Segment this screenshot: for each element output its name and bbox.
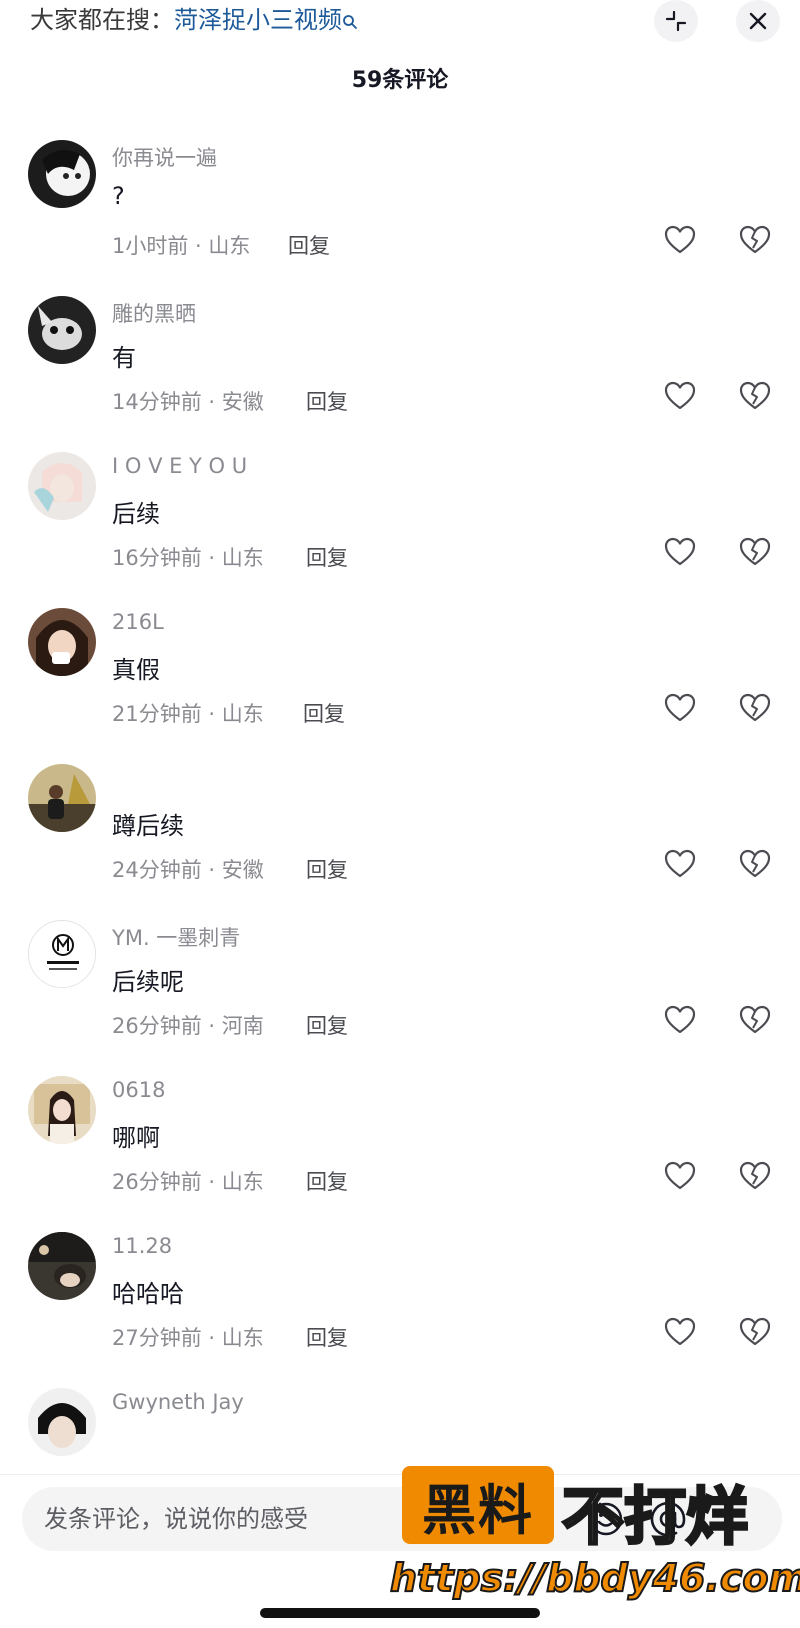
- comment-time-location: 27分钟前 · 山东: [112, 1326, 264, 1350]
- like-button[interactable]: [663, 1316, 697, 1348]
- dislike-button[interactable]: [738, 380, 772, 412]
- comment-time-location: 26分钟前 · 河南: [112, 1014, 264, 1038]
- dislike-button[interactable]: [738, 536, 772, 568]
- avatar[interactable]: [28, 920, 96, 988]
- heart-icon: [664, 1317, 696, 1346]
- reply-button[interactable]: 回复: [306, 542, 348, 572]
- comment-text: 后续呢: [112, 968, 184, 996]
- reply-button[interactable]: 回复: [306, 1166, 348, 1196]
- watermark-logo: 黑料: [402, 1466, 554, 1544]
- comment-username[interactable]: 0618: [112, 1078, 165, 1102]
- comment-item: 雕的黑晒 有 14分钟前 · 安徽 回复: [0, 296, 800, 458]
- like-button[interactable]: [663, 224, 697, 256]
- comment-username[interactable]: 11.28: [112, 1234, 172, 1258]
- heart-icon: [664, 381, 696, 410]
- comment-text: 蹲后续: [112, 812, 184, 840]
- search-icon: [342, 6, 358, 29]
- avatar[interactable]: [28, 296, 96, 364]
- heart-icon: [664, 1005, 696, 1034]
- close-button[interactable]: [736, 0, 780, 42]
- collapse-icon: [665, 10, 687, 32]
- comment-username[interactable]: 216L: [112, 610, 164, 634]
- avatar[interactable]: [28, 140, 96, 208]
- like-button[interactable]: [663, 1160, 697, 1192]
- dislike-button[interactable]: [738, 692, 772, 724]
- like-button[interactable]: [663, 380, 697, 412]
- like-button[interactable]: [663, 848, 697, 880]
- comment-item: 你再说一遍 ? 1小时前 · 山东 回复: [0, 140, 800, 302]
- comment-text: 真假: [112, 656, 160, 684]
- top-bar: 大家都在搜：菏泽捉小三视频: [0, 0, 800, 44]
- reply-button[interactable]: 回复: [306, 1010, 348, 1040]
- comment-item: 0618 哪啊 26分钟前 · 山东 回复: [0, 1076, 800, 1238]
- broken-heart-icon: [739, 1161, 771, 1190]
- comment-time-location: 1小时前 · 山东: [112, 234, 251, 258]
- heart-icon: [664, 849, 696, 878]
- comment-username[interactable]: Gwyneth Jay: [112, 1390, 244, 1414]
- reply-button[interactable]: 回复: [306, 386, 348, 416]
- comment-item: 11.28 哈哈哈 27分钟前 · 山东 回复: [0, 1232, 800, 1394]
- heart-icon: [664, 537, 696, 566]
- heart-icon: [664, 1161, 696, 1190]
- heart-icon: [664, 225, 696, 254]
- broken-heart-icon: [739, 537, 771, 566]
- heart-icon: [664, 693, 696, 722]
- comment-username[interactable]: 你再说一遍: [112, 142, 217, 172]
- comment-text: 哪啊: [112, 1124, 160, 1152]
- reply-button[interactable]: 回复: [303, 698, 345, 728]
- collapse-button[interactable]: [654, 0, 698, 42]
- reply-button[interactable]: 回复: [306, 1322, 348, 1352]
- comment-item: 蹲后续 24分钟前 · 安徽 回复: [0, 764, 800, 926]
- comment-text: 有: [112, 344, 136, 372]
- comment-item: Gwyneth Jay: [0, 1388, 800, 1474]
- comment-item: YM. 一墨刺青 后续呢 26分钟前 · 河南 回复: [0, 920, 800, 1082]
- dislike-button[interactable]: [738, 1316, 772, 1348]
- comment-time-location: 24分钟前 · 安徽: [112, 858, 264, 882]
- comment-input[interactable]: [44, 1487, 424, 1551]
- like-button[interactable]: [663, 1004, 697, 1036]
- like-button[interactable]: [663, 692, 697, 724]
- like-button[interactable]: [663, 536, 697, 568]
- watermark-url: https://bbdy46.com: [389, 1555, 800, 1601]
- avatar[interactable]: [28, 608, 96, 676]
- reply-button[interactable]: 回复: [306, 854, 348, 884]
- dislike-button[interactable]: [738, 848, 772, 880]
- dislike-button[interactable]: [738, 1160, 772, 1192]
- broken-heart-icon: [739, 693, 771, 722]
- trending-search-hint[interactable]: 大家都在搜：菏泽捉小三视频: [30, 4, 358, 36]
- comment-username[interactable]: I O V E Y O U: [112, 454, 247, 478]
- broken-heart-icon: [739, 849, 771, 878]
- broken-heart-icon: [739, 1317, 771, 1346]
- comment-count-title: 59条评论: [351, 68, 449, 93]
- trending-search-keyword[interactable]: 菏泽捉小三视频: [174, 6, 342, 34]
- dislike-button[interactable]: [738, 224, 772, 256]
- reply-button[interactable]: 回复: [288, 230, 330, 260]
- trending-search-prefix: 大家都在搜：: [30, 6, 174, 34]
- broken-heart-icon: [739, 1005, 771, 1034]
- home-indicator[interactable]: [260, 1608, 540, 1618]
- comment-time-location: 14分钟前 · 安徽: [112, 390, 264, 414]
- avatar[interactable]: [28, 1232, 96, 1300]
- comment-time-location: 16分钟前 · 山东: [112, 546, 264, 570]
- comment-time-location: 26分钟前 · 山东: [112, 1170, 264, 1194]
- broken-heart-icon: [739, 381, 771, 410]
- broken-heart-icon: [739, 225, 771, 254]
- comment-item: I O V E Y O U 后续 16分钟前 · 山东 回复: [0, 452, 800, 614]
- avatar[interactable]: [28, 452, 96, 520]
- dislike-button[interactable]: [738, 1004, 772, 1036]
- comment-text: 哈哈哈: [112, 1280, 184, 1308]
- comment-time-location: 21分钟前 · 山东: [112, 702, 264, 726]
- comment-username[interactable]: YM. 一墨刺青: [112, 922, 240, 952]
- comment-text: ?: [112, 182, 125, 210]
- comment-item: 216L 真假 21分钟前 · 山东 回复: [0, 608, 800, 770]
- close-icon: [749, 12, 767, 30]
- avatar[interactable]: [28, 1076, 96, 1144]
- watermark-text: 不打烊: [560, 1479, 749, 1555]
- comment-text: 后续: [112, 500, 160, 528]
- comment-username[interactable]: 雕的黑晒: [112, 298, 196, 328]
- avatar[interactable]: [28, 764, 96, 832]
- avatar[interactable]: [28, 1388, 96, 1456]
- watermark-box-text: 黑料: [422, 1478, 534, 1542]
